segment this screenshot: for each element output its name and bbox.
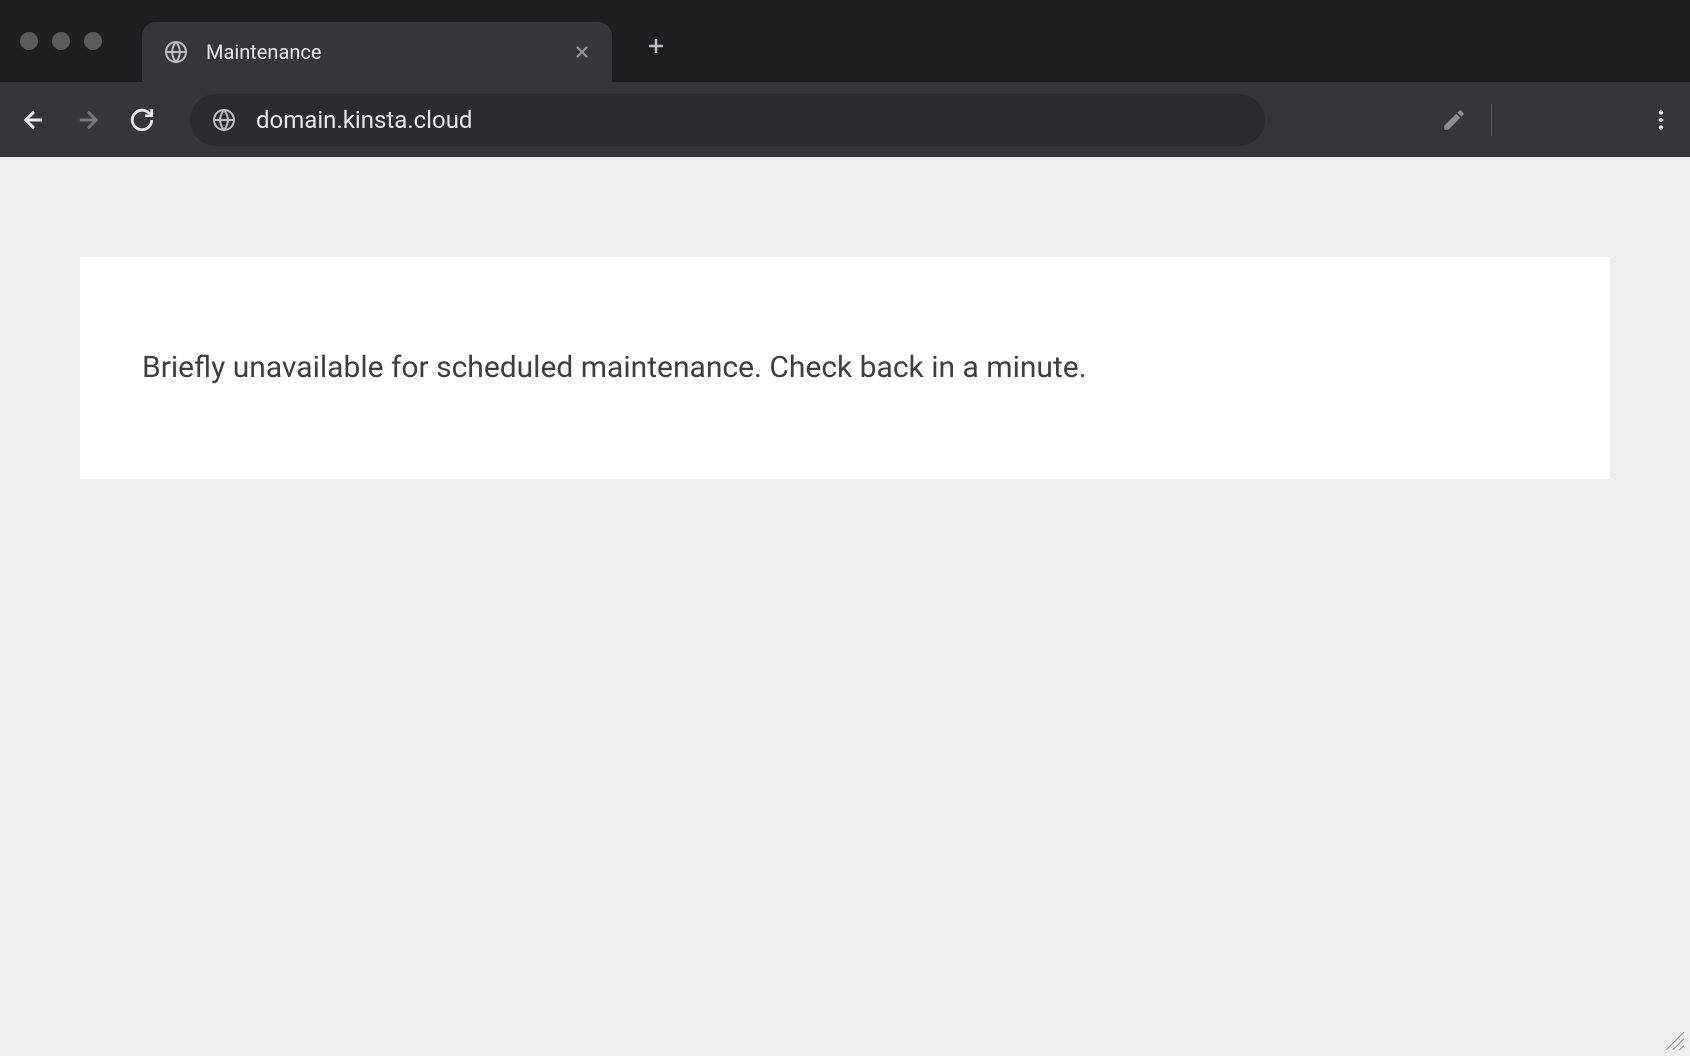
window-controls	[20, 32, 102, 50]
nav-buttons	[20, 106, 156, 134]
browser-toolbar: domain.kinsta.cloud	[0, 82, 1690, 157]
back-button[interactable]	[20, 106, 48, 134]
edit-icon[interactable]	[1441, 107, 1467, 133]
site-info-icon[interactable]	[212, 108, 236, 132]
tab-title: Maintenance	[206, 40, 554, 64]
url-text: domain.kinsta.cloud	[256, 106, 1243, 134]
page-viewport: Briefly unavailable for scheduled mainte…	[0, 157, 1690, 1056]
maintenance-message: Briefly unavailable for scheduled mainte…	[142, 347, 1548, 389]
toolbar-right	[1441, 104, 1492, 136]
traffic-light-minimize[interactable]	[52, 32, 70, 50]
toolbar-divider	[1491, 104, 1492, 136]
forward-button	[74, 106, 102, 134]
maintenance-card: Briefly unavailable for scheduled mainte…	[80, 257, 1610, 479]
traffic-light-close[interactable]	[20, 32, 38, 50]
resize-handle-icon[interactable]	[1666, 1032, 1684, 1050]
browser-tab[interactable]: Maintenance	[142, 22, 612, 82]
kebab-menu-icon[interactable]	[1648, 107, 1674, 133]
close-tab-icon[interactable]	[572, 42, 592, 62]
traffic-light-zoom[interactable]	[84, 32, 102, 50]
tab-strip: Maintenance	[0, 0, 1690, 82]
address-bar[interactable]: domain.kinsta.cloud	[190, 94, 1265, 146]
new-tab-button[interactable]	[636, 26, 676, 66]
globe-icon	[164, 40, 188, 64]
reload-button[interactable]	[128, 106, 156, 134]
